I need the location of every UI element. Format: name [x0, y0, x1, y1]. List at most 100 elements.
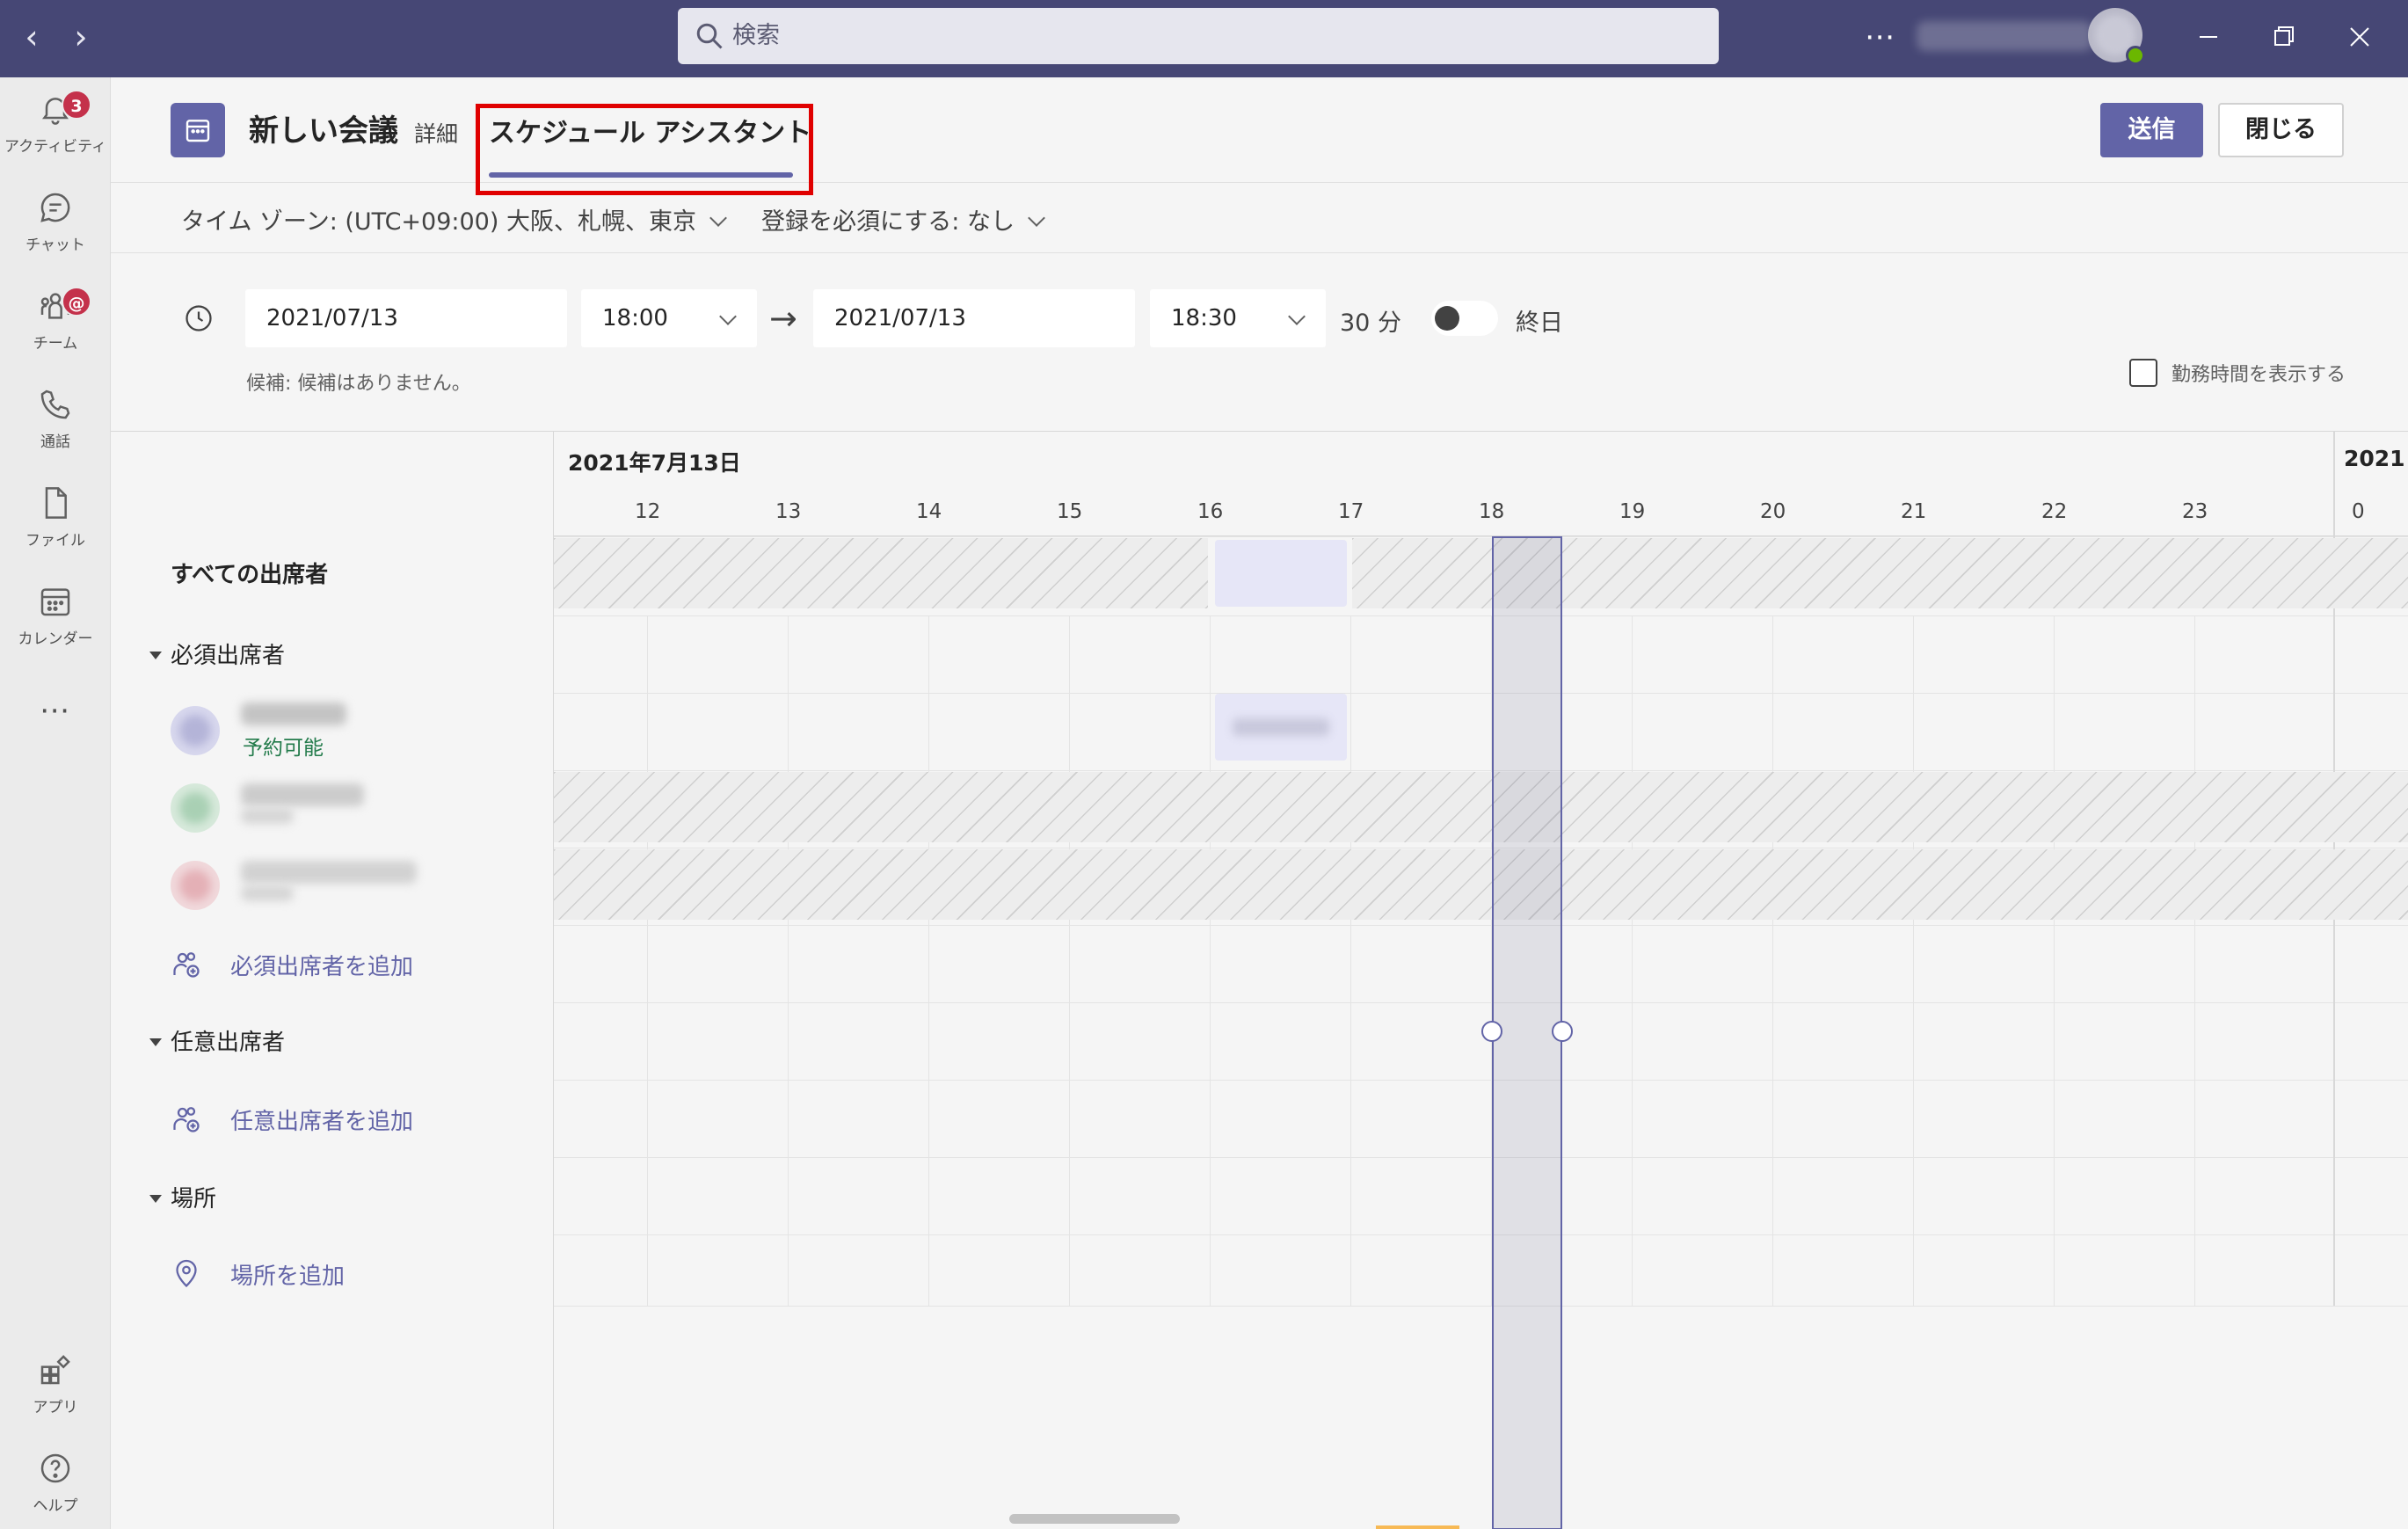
close-window-icon[interactable]	[2335, 12, 2384, 62]
grid-column-line	[1210, 615, 1211, 1306]
scheduling-assistant: すべての出席者 必須出席者 予約可能 必須出席者を追加 任意出席者 任意出席者を…	[111, 431, 2408, 1529]
end-time-dropdown[interactable]: 18:30	[1150, 289, 1326, 347]
grid-row-line	[554, 1157, 2408, 1158]
file-icon	[45, 487, 67, 519]
more-apps-icon[interactable]: ⋯	[0, 693, 111, 728]
attendee-avatar	[171, 861, 220, 910]
back-arrow-icon[interactable]: ‹	[11, 16, 53, 58]
timezone-value: タイム ゾーン: (UTC+09:00) 大阪、札幌、東京	[181, 208, 696, 236]
hour-label: 19	[1619, 500, 1646, 523]
hour-label: 15	[1057, 500, 1083, 523]
rail-label: チャット	[25, 237, 85, 254]
registration-dropdown[interactable]: 登録を必須にする: なし	[761, 202, 1045, 237]
rail-item-files[interactable]: ファイル	[0, 477, 111, 564]
unknown-hatch-attendee-3	[554, 849, 2408, 920]
busy-block-title	[1233, 718, 1329, 736]
timezone-dropdown[interactable]: タイム ゾーン: (UTC+09:00) 大阪、札幌、東京	[181, 202, 727, 237]
attendee-name	[241, 861, 417, 884]
chevron-down-icon	[719, 308, 737, 325]
highlight-annotation	[476, 104, 813, 195]
hour-label: 16	[1197, 500, 1224, 523]
add-person-icon	[173, 1107, 200, 1132]
all-day-toggle[interactable]	[1431, 301, 1498, 336]
free-block-all	[1215, 540, 1347, 607]
start-time-dropdown[interactable]: 18:00	[581, 289, 757, 347]
required-section-toggle[interactable]: 必須出席者	[149, 637, 285, 670]
duration-label: 30 分	[1340, 309, 1401, 337]
attendee-panel: すべての出席者 必須出席者 予約可能 必須出席者を追加 任意出席者 任意出席者を…	[111, 432, 554, 1529]
meeting-calendar-icon	[171, 103, 225, 157]
calendar-icon	[40, 588, 70, 616]
bottom-accent-bar	[1376, 1525, 1459, 1529]
rail-item-teams[interactable]: @ チーム	[0, 280, 111, 368]
tab-details[interactable]: 詳細	[414, 117, 458, 149]
hour-label: 0	[2352, 500, 2365, 523]
rail-label: カレンダー	[18, 630, 93, 648]
location-section-label: 場所	[171, 1186, 217, 1212]
hour-label: 20	[1760, 500, 1786, 523]
page-title: 新しい会議	[249, 113, 398, 149]
rail-item-activity[interactable]: 3 アクティビティ	[0, 83, 111, 171]
next-date-header: 2021	[2344, 446, 2405, 471]
chat-icon	[40, 193, 70, 222]
send-button[interactable]: 送信	[2100, 103, 2203, 157]
attendee-status	[241, 808, 294, 824]
grid-row-line	[554, 1080, 2408, 1081]
forward-arrow-icon[interactable]: ›	[60, 16, 102, 58]
collapse-triangle-icon	[149, 1038, 162, 1046]
grid-column-line	[1069, 615, 1070, 1306]
grid-row-line	[554, 925, 2408, 926]
rail-item-calls[interactable]: 通話	[0, 378, 111, 466]
more-options-icon[interactable]: ⋯	[1862, 12, 1897, 62]
hour-label: 21	[1901, 500, 1927, 523]
location-pin-icon	[176, 1259, 197, 1288]
rail-item-chat[interactable]: チャット	[0, 181, 111, 269]
rail-label: アプリ	[33, 1399, 78, 1416]
availability-grid[interactable]: 2021年7月13日 2021 12 13 14 15 16 17 18 19 20 21 22 23…	[554, 432, 2408, 1529]
optional-section-toggle[interactable]: 任意出席者	[149, 1024, 285, 1057]
show-work-hours-checkbox[interactable]	[2129, 359, 2157, 387]
search-input[interactable]: 検索	[678, 8, 1719, 64]
horizontal-scrollbar[interactable]	[1009, 1514, 1180, 1524]
add-location-label: 場所を追加	[230, 1263, 346, 1290]
presence-available-icon	[2126, 46, 2145, 65]
grid-row-line	[554, 1306, 2408, 1307]
selection-start-handle[interactable]	[1481, 1021, 1502, 1042]
suggestion-text: 候補: 候補はありません。	[246, 373, 471, 395]
hour-label: 14	[916, 500, 942, 523]
chevron-down-icon	[709, 209, 727, 227]
show-work-hours-label: 勤務時間を表示する	[2172, 364, 2346, 386]
attendee-status	[241, 885, 294, 901]
location-section-toggle[interactable]: 場所	[149, 1181, 216, 1213]
grid-column-line	[647, 615, 648, 1306]
hour-label: 23	[2182, 500, 2208, 523]
search-icon	[696, 23, 723, 49]
restore-icon[interactable]	[2259, 12, 2309, 62]
hour-label: 13	[775, 500, 802, 523]
grid-row-line	[554, 615, 2408, 616]
rail-item-calendar[interactable]: カレンダー	[0, 575, 111, 663]
attendee-status: 予約可能	[243, 737, 324, 760]
registration-value: 登録を必須にする: なし	[761, 208, 1015, 236]
close-button[interactable]: 閉じる	[2218, 103, 2344, 157]
teams-mention-badge: @	[62, 287, 91, 317]
options-bar: タイム ゾーン: (UTC+09:00) 大阪、札幌、東京 登録を必須にする: …	[111, 183, 2408, 253]
start-date-field[interactable]: 2021/07/13	[245, 289, 567, 347]
minimize-icon[interactable]	[2184, 12, 2233, 62]
grid-row-line	[554, 693, 2408, 694]
grid-column-line	[2194, 615, 2195, 1306]
arrow-right-icon: →	[769, 299, 797, 338]
grid-row-line	[554, 1234, 2408, 1235]
grid-row-line	[554, 536, 2408, 537]
search-placeholder: 検索	[732, 22, 780, 49]
rail-item-apps[interactable]: アプリ	[0, 1343, 111, 1431]
rail-item-help[interactable]: ヘルプ	[0, 1442, 111, 1529]
busy-hatch-all	[554, 538, 1208, 608]
help-icon	[40, 1453, 70, 1483]
all-day-label: 終日	[1516, 309, 1563, 337]
all-attendees-label: すべての出席者	[171, 562, 329, 588]
collapse-triangle-icon	[149, 652, 162, 659]
selection-end-handle[interactable]	[1552, 1021, 1573, 1042]
collapse-triangle-icon	[149, 1195, 162, 1203]
end-date-field[interactable]: 2021/07/13	[813, 289, 1135, 347]
